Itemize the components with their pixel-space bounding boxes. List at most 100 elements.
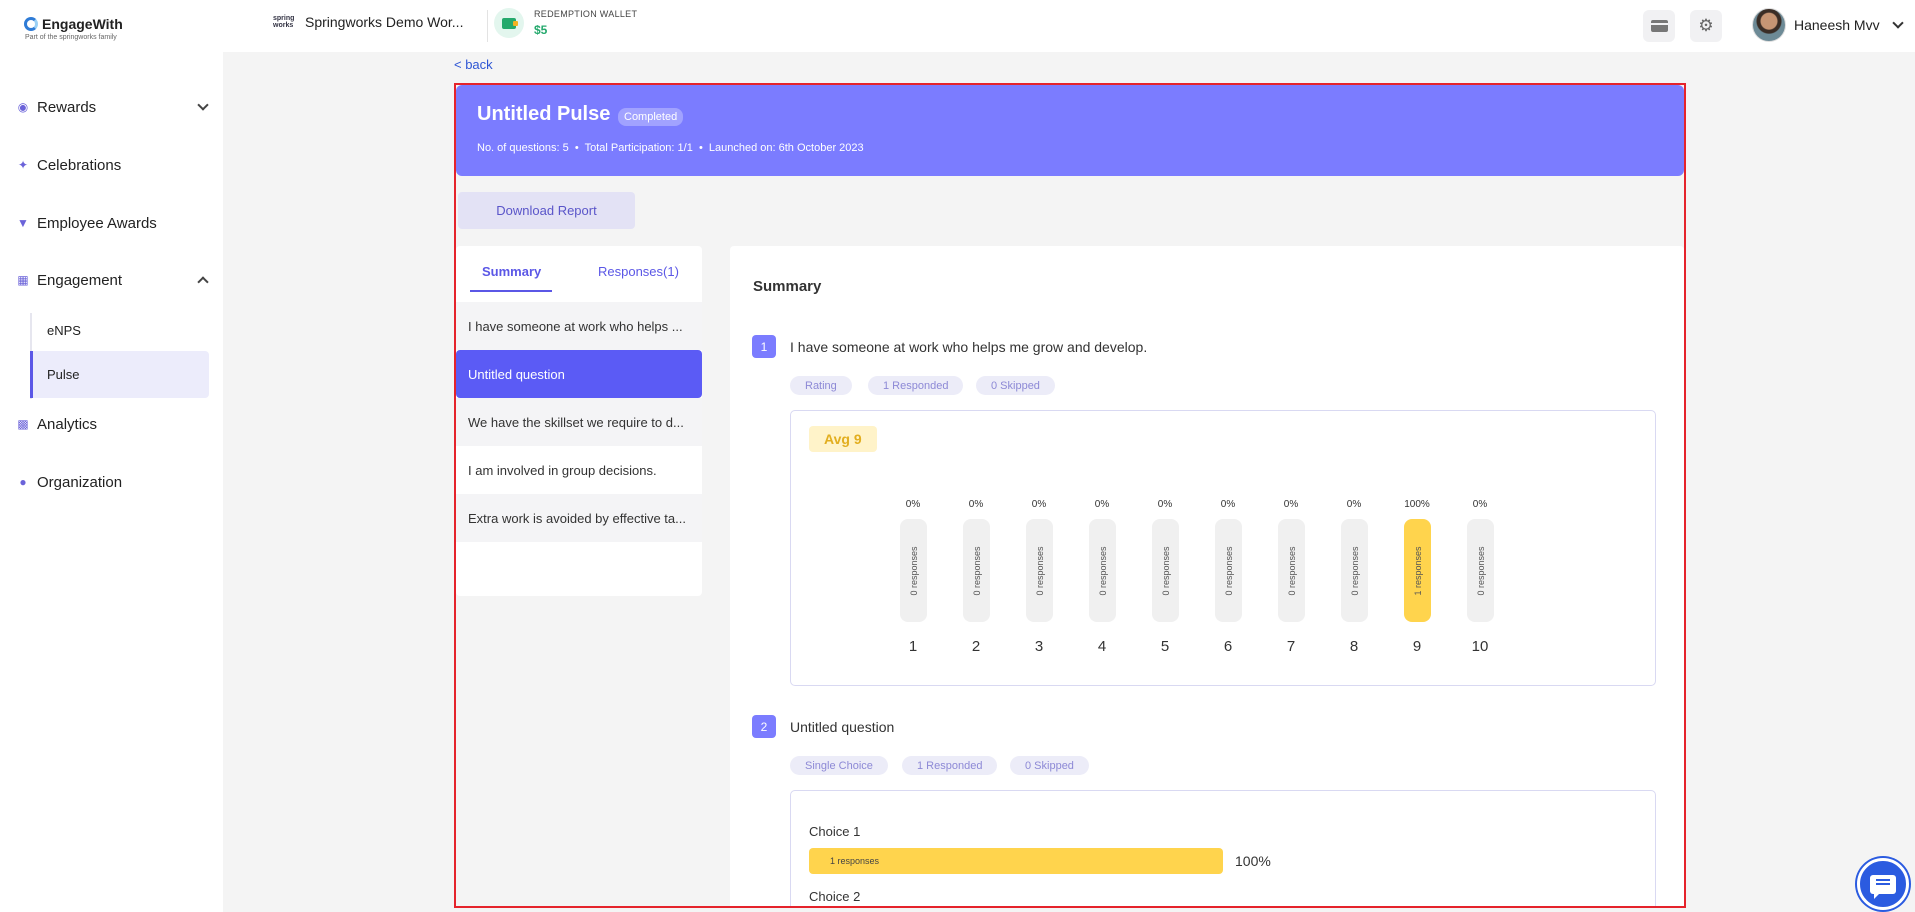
workspace-switcher[interactable]: spring works Springworks Demo Wor... xyxy=(273,14,463,30)
chat-icon xyxy=(1870,874,1896,899)
sidebar-item-employee-awards[interactable]: ▼ Employee Awards xyxy=(16,208,211,238)
choice-percentage: 100% xyxy=(1235,853,1271,869)
party-popper-icon: ✦ xyxy=(17,158,29,172)
sidebar-item-organization[interactable]: ● Organization xyxy=(16,467,211,497)
top-bar: EngageWith Part of the springworks famil… xyxy=(0,0,1915,52)
sidebar: ◉ Rewards ✦ Celebrations ▼ Employee Awar… xyxy=(0,52,223,912)
rating-label: 3 xyxy=(1034,638,1044,655)
settings-button[interactable]: ⚙ xyxy=(1690,10,1722,42)
rating-percentage: 0% xyxy=(1346,499,1362,510)
sidebar-subitem-label: Pulse xyxy=(47,367,80,382)
download-report-button[interactable]: Download Report xyxy=(458,192,635,229)
responded-badge: 1 Responded xyxy=(868,376,964,395)
question-list-item[interactable]: Extra work is avoided by effective ta... xyxy=(456,494,702,542)
rating-bar: 0 responses xyxy=(963,519,990,622)
sidebar-item-rewards[interactable]: ◉ Rewards xyxy=(16,92,211,122)
rating-bar: 0 responses xyxy=(1152,519,1179,622)
sidebar-subitem-pulse[interactable]: Pulse xyxy=(30,351,209,398)
rating-bar: 0 responses xyxy=(1467,519,1494,622)
chevron-up-icon xyxy=(197,276,209,288)
workspace-name: Springworks Demo Wor... xyxy=(305,14,464,30)
choice-bar-text: 1 responses xyxy=(830,856,880,866)
sidebar-item-label: Rewards xyxy=(37,98,97,116)
rating-response-count: 0 responses xyxy=(1097,545,1108,596)
rating-bar: 0 responses xyxy=(1341,519,1368,622)
bar-chart-icon: ▩ xyxy=(17,417,29,431)
rating-label: 7 xyxy=(1286,638,1296,655)
rating-label: 9 xyxy=(1412,638,1422,655)
wallet-label: REDEMPTION WALLET xyxy=(534,9,638,19)
question-list-item[interactable]: I have someone at work who helps ... xyxy=(456,302,702,350)
divider xyxy=(487,10,488,42)
sidebar-item-label: Employee Awards xyxy=(37,214,157,232)
medal-icon: ◉ xyxy=(17,100,29,114)
rating-percentage: 0% xyxy=(1094,499,1110,510)
rating-label: 1 xyxy=(908,638,918,655)
rating-response-count: 0 responses xyxy=(1223,545,1234,596)
redemption-wallet[interactable]: REDEMPTION WALLET $5 xyxy=(494,8,637,38)
credit-card-icon xyxy=(1650,20,1668,32)
question-number: 1 xyxy=(752,335,776,358)
brand-tagline: Part of the springworks family xyxy=(25,34,117,41)
sidebar-item-analytics[interactable]: ▩ Analytics xyxy=(16,409,211,439)
rating-bar: 0 responses xyxy=(1278,519,1305,622)
wallet-balance: $5 xyxy=(534,23,548,37)
question-list-item[interactable]: We have the skillset we require to d... xyxy=(456,398,702,446)
sidebar-item-engagement[interactable]: ▦ Engagement xyxy=(16,265,211,295)
avatar xyxy=(1752,8,1786,42)
gear-icon: ⚙ xyxy=(1698,16,1714,35)
question-type-badge: Single Choice xyxy=(790,756,888,775)
choice-label: Choice 2 xyxy=(809,889,861,904)
rating-bar: 0 responses xyxy=(900,519,927,622)
billing-button[interactable] xyxy=(1643,10,1675,42)
summary-title: Summary xyxy=(753,278,822,295)
question-text: Untitled question xyxy=(790,719,895,735)
rating-percentage: 0% xyxy=(1283,499,1299,510)
chevron-down-icon xyxy=(1891,17,1904,29)
rating-label: 2 xyxy=(971,638,981,655)
rating-response-count: 0 responses xyxy=(1160,545,1171,596)
rating-response-count: 1 responses xyxy=(1412,545,1423,596)
rating-bar: 1 responses xyxy=(1404,519,1431,622)
tab-responses[interactable]: Responses(1) xyxy=(598,264,679,279)
sidebar-subitem-enps[interactable]: eNPS xyxy=(30,307,209,354)
sidebar-item-label: Celebrations xyxy=(37,156,122,174)
brand-name: EngageWith xyxy=(42,16,123,32)
choice-distribution: Choice 1 1 responses 100% Choice 2 xyxy=(790,790,1656,906)
back-link[interactable]: < back xyxy=(454,57,493,72)
wallet-icon xyxy=(494,8,524,38)
chevron-down-icon xyxy=(197,99,209,111)
rating-percentage: 0% xyxy=(1472,499,1488,510)
question-list-panel: Summary Responses(1) I have someone at w… xyxy=(456,246,702,596)
rating-percentage: 0% xyxy=(905,499,921,510)
tab-summary[interactable]: Summary xyxy=(482,264,541,279)
rating-response-count: 0 responses xyxy=(1475,545,1486,596)
rating-percentage: 100% xyxy=(1404,499,1430,510)
skipped-badge: 0 Skipped xyxy=(976,376,1055,395)
sidebar-subitem-label: eNPS xyxy=(47,323,81,338)
question-list-item[interactable]: I am involved in group decisions. xyxy=(456,446,702,494)
page-title: Untitled Pulse xyxy=(477,103,611,125)
rating-percentage: 0% xyxy=(1220,499,1236,510)
rating-response-count: 0 responses xyxy=(908,545,919,596)
sidebar-item-celebrations[interactable]: ✦ Celebrations xyxy=(16,150,211,180)
rating-percentage: 0% xyxy=(968,499,984,510)
question-text: I have someone at work who helps me grow… xyxy=(790,339,1148,355)
rating-label: 5 xyxy=(1160,638,1170,655)
chat-support-button[interactable] xyxy=(1857,858,1909,910)
question-list-item[interactable]: Untitled question xyxy=(456,350,702,398)
pulse-header: Untitled Pulse Completed No. of question… xyxy=(456,85,1684,176)
rating-label: 10 xyxy=(1471,638,1489,655)
engagewith-logo-icon xyxy=(24,17,38,31)
user-menu[interactable]: Haneesh Mvv xyxy=(1752,8,1904,42)
rating-label: 8 xyxy=(1349,638,1359,655)
rating-label: 4 xyxy=(1097,638,1107,655)
status-badge: Completed xyxy=(618,108,684,126)
rating-response-count: 0 responses xyxy=(1034,545,1045,596)
rating-label: 6 xyxy=(1223,638,1233,655)
sidebar-item-label: Analytics xyxy=(37,415,98,433)
average-rating: Avg 9 xyxy=(809,426,877,452)
summary-panel: Summary 1 I have someone at work who hel… xyxy=(730,246,1684,906)
brand-logo[interactable]: EngageWith Part of the springworks famil… xyxy=(24,16,123,41)
sidebar-item-label: Organization xyxy=(37,473,123,491)
